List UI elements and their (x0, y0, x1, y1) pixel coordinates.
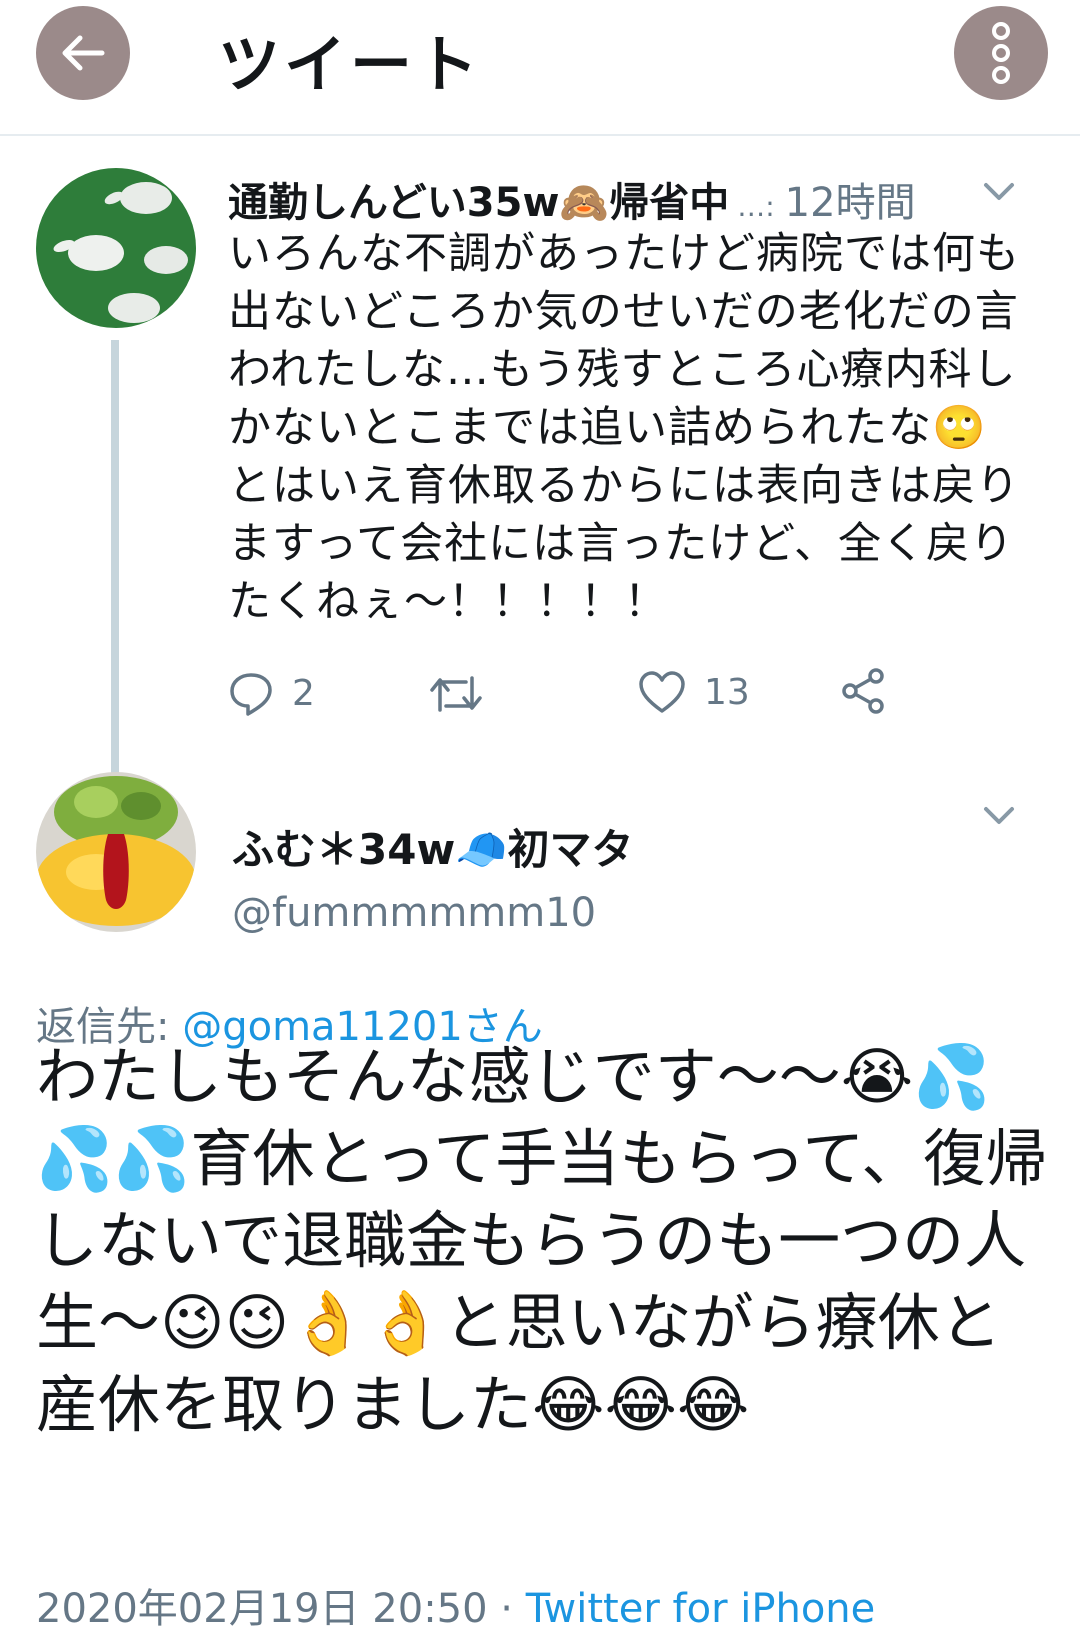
more-vertical-icon (992, 22, 1010, 84)
parent-avatar[interactable] (36, 168, 196, 328)
parent-display-name[interactable]: 通勤しんどい35w🙈帰省中 (228, 180, 729, 226)
retweet-icon (430, 676, 482, 712)
page-title: ツイート (218, 28, 483, 101)
top-bar: ツイート (0, 0, 1080, 136)
reply-avatar[interactable] (36, 772, 196, 932)
heart-icon (639, 671, 685, 713)
parent-tweet-text: いろんな不調があったけど病院では何も出ないどころか気のせいだの老化だの言われたし… (228, 229, 1020, 627)
reply-icon (230, 673, 272, 716)
tweet-date: 2020年02月19日 20:50 · (36, 1586, 526, 1632)
reply-button[interactable]: 2 (228, 670, 315, 716)
like-button[interactable]: 13 (638, 670, 750, 714)
client-link[interactable]: Twitter for iPhone (526, 1586, 876, 1632)
reply-handle[interactable]: @fummmmmm10 (232, 890, 596, 936)
chevron-down-icon[interactable] (982, 180, 1016, 204)
share-button[interactable] (840, 666, 888, 716)
parent-header: 通勤しんどい35w🙈帰省中…: 12時間 (228, 170, 1048, 230)
reply-tweet-text: わたしもそんな感じです〜〜😭💦💦💦育休とって手当もらって、復帰しないで退職金もら… (36, 1040, 1048, 1441)
thread-line (111, 340, 119, 790)
reply-count: 2 (292, 672, 315, 714)
tweet-meta: 2020年02月19日 20:50 · Twitter for iPhone (36, 1576, 875, 1634)
share-icon (842, 668, 884, 714)
like-count: 13 (704, 671, 750, 713)
retweet-button[interactable] (428, 672, 502, 716)
arrow-left-icon (62, 35, 105, 71)
parent-timestamp[interactable]: 12時間 (785, 180, 916, 226)
name-ellipsis: …: (737, 190, 775, 223)
reply-display-name[interactable]: ふむ＊34w🧢初マタ (232, 816, 634, 877)
parent-action-bar: 2 13 (228, 668, 928, 730)
back-button[interactable] (36, 6, 130, 100)
more-options-button[interactable] (954, 6, 1048, 100)
chevron-down-icon[interactable] (982, 804, 1016, 828)
